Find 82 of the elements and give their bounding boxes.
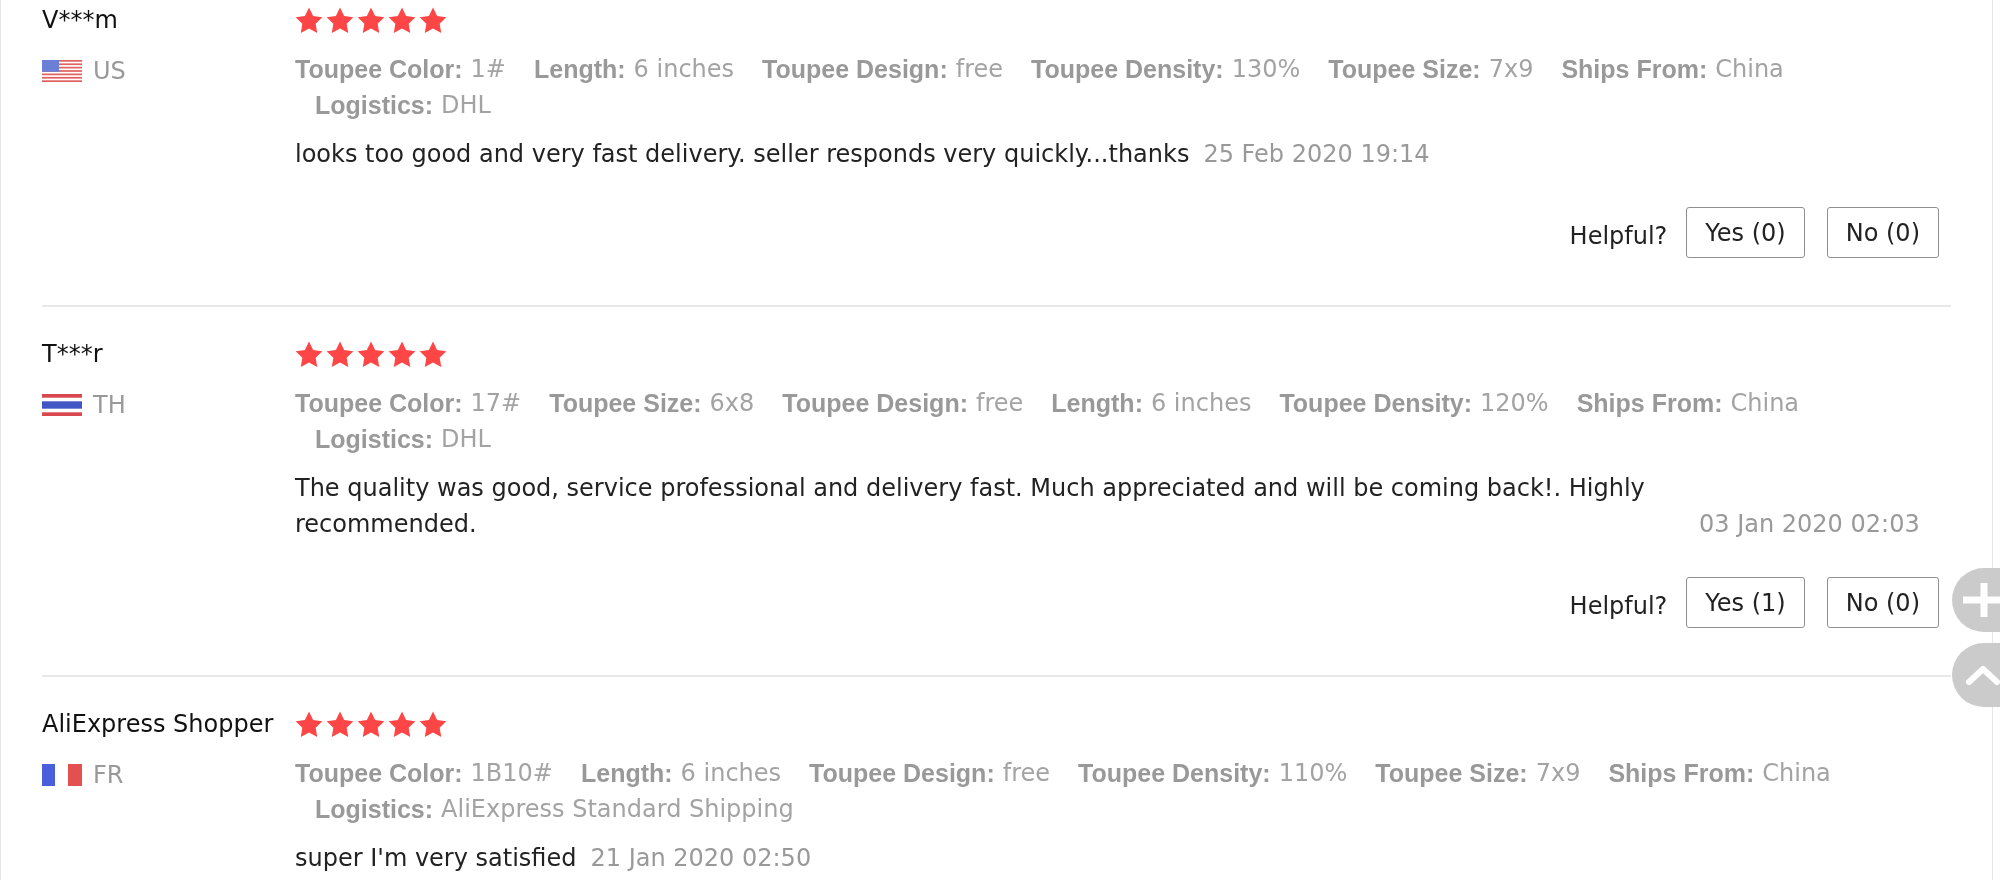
- attribute-value: China: [1730, 388, 1800, 419]
- star-icon: [357, 6, 385, 34]
- attribute-label: Logistics:: [315, 90, 434, 121]
- star-icon: [295, 340, 323, 368]
- attribute-value: DHL: [441, 424, 491, 455]
- add-button[interactable]: [1952, 568, 2000, 632]
- attribute-value: China: [1715, 54, 1784, 85]
- review-date: 21 Jan 2020 02:50: [590, 843, 812, 874]
- attribute-value: 7x9: [1535, 758, 1581, 789]
- reviewer-name: V***m: [42, 5, 119, 36]
- attribute-label: Ships From:: [1561, 54, 1708, 85]
- attribute-value: 6 inches: [633, 54, 735, 85]
- attribute-label: Length:: [533, 54, 626, 85]
- flag-icon: [42, 764, 82, 786]
- helpful-no-button[interactable]: No (0): [1826, 207, 1939, 258]
- attribute-label: Ships From:: [1576, 388, 1723, 419]
- star-icon: [419, 6, 447, 34]
- attribute-label: Length:: [1051, 388, 1143, 419]
- star-icon: [326, 340, 354, 368]
- star-icon: [357, 710, 385, 738]
- attribute-label: Toupee Size:: [549, 388, 702, 419]
- star-icon: [388, 340, 416, 368]
- attribute-value: free: [1002, 758, 1051, 789]
- star-icon: [326, 710, 354, 738]
- attribute-label: Toupee Size:: [1328, 54, 1481, 85]
- review-date: 25 Feb 2020 19:14: [1203, 139, 1430, 170]
- attribute-value: 1B10#: [470, 758, 553, 789]
- reviewer-name: AliExpress Shopper: [42, 709, 275, 740]
- country-code: FR: [93, 760, 124, 791]
- attribute-label: Toupee Density:: [1031, 54, 1224, 85]
- helpful-yes-button[interactable]: Yes (1): [1686, 577, 1805, 628]
- review-text: The quality was good, service professional and delivery fast. Much appreciated and will be coming back!. Highly recommended.: [295, 473, 1646, 540]
- attribute-value: 110%: [1278, 758, 1348, 789]
- country-code: TH: [93, 390, 126, 421]
- reviewer-name: T***r: [42, 339, 104, 370]
- attribute-label: Toupee Design:: [762, 54, 948, 85]
- attribute-value: 130%: [1231, 54, 1301, 85]
- review-date: 03 Jan 2020 02:03: [1699, 509, 1920, 540]
- star-icon: [388, 6, 416, 34]
- flag-icon: [42, 394, 82, 416]
- attribute-value: 120%: [1480, 388, 1549, 419]
- attribute-value: free: [955, 54, 1004, 85]
- attribute-value: DHL: [441, 90, 491, 121]
- review-text: super I'm very satisfied: [295, 843, 577, 874]
- attribute-value: AliExpress Standard Shipping: [441, 794, 794, 825]
- attribute-label: Length:: [580, 758, 673, 789]
- star-icon: [357, 340, 385, 368]
- attribute-label: Toupee Size:: [1375, 758, 1528, 789]
- helpful-yes-button[interactable]: Yes (0): [1686, 207, 1805, 258]
- attribute-label: Toupee Color:: [295, 388, 463, 419]
- star-icon: [419, 710, 447, 738]
- country-code: US: [93, 56, 126, 87]
- scroll-top-button[interactable]: [1952, 643, 2000, 707]
- helpful-label: Helpful?: [1569, 591, 1668, 620]
- review-text: looks too good and very fast delivery. seller responds very quickly...thanks: [295, 139, 1190, 170]
- plus-icon: [1963, 583, 2000, 617]
- star-icon: [326, 6, 354, 34]
- attribute-value: 7x9: [1488, 54, 1534, 85]
- attribute-label: Toupee Color:: [295, 54, 463, 85]
- star-icon: [295, 6, 323, 34]
- attribute-label: Toupee Design:: [782, 388, 968, 419]
- attribute-label: Logistics:: [315, 794, 434, 825]
- attribute-value: China: [1762, 758, 1831, 789]
- attribute-label: Toupee Density:: [1078, 758, 1271, 789]
- attribute-label: Toupee Density:: [1279, 388, 1473, 419]
- star-icon: [295, 710, 323, 738]
- attribute-value: 6 inches: [680, 758, 782, 789]
- attribute-value: 6x8: [709, 388, 755, 419]
- attribute-label: Toupee Design:: [809, 758, 995, 789]
- attribute-value: 6 inches: [1150, 388, 1252, 419]
- attribute-label: Toupee Color:: [295, 758, 463, 789]
- star-icon: [388, 710, 416, 738]
- flag-icon: [42, 60, 82, 82]
- helpful-no-button[interactable]: No (0): [1826, 577, 1939, 628]
- star-icon: [419, 340, 447, 368]
- attribute-value: free: [976, 388, 1024, 419]
- attribute-label: Ships From:: [1608, 758, 1755, 789]
- helpful-label: Helpful?: [1569, 221, 1668, 250]
- attribute-value: 1#: [470, 54, 506, 85]
- attribute-value: 17#: [470, 388, 522, 419]
- attribute-label: Logistics:: [315, 424, 434, 455]
- chevron-up-icon: [1966, 665, 2000, 685]
